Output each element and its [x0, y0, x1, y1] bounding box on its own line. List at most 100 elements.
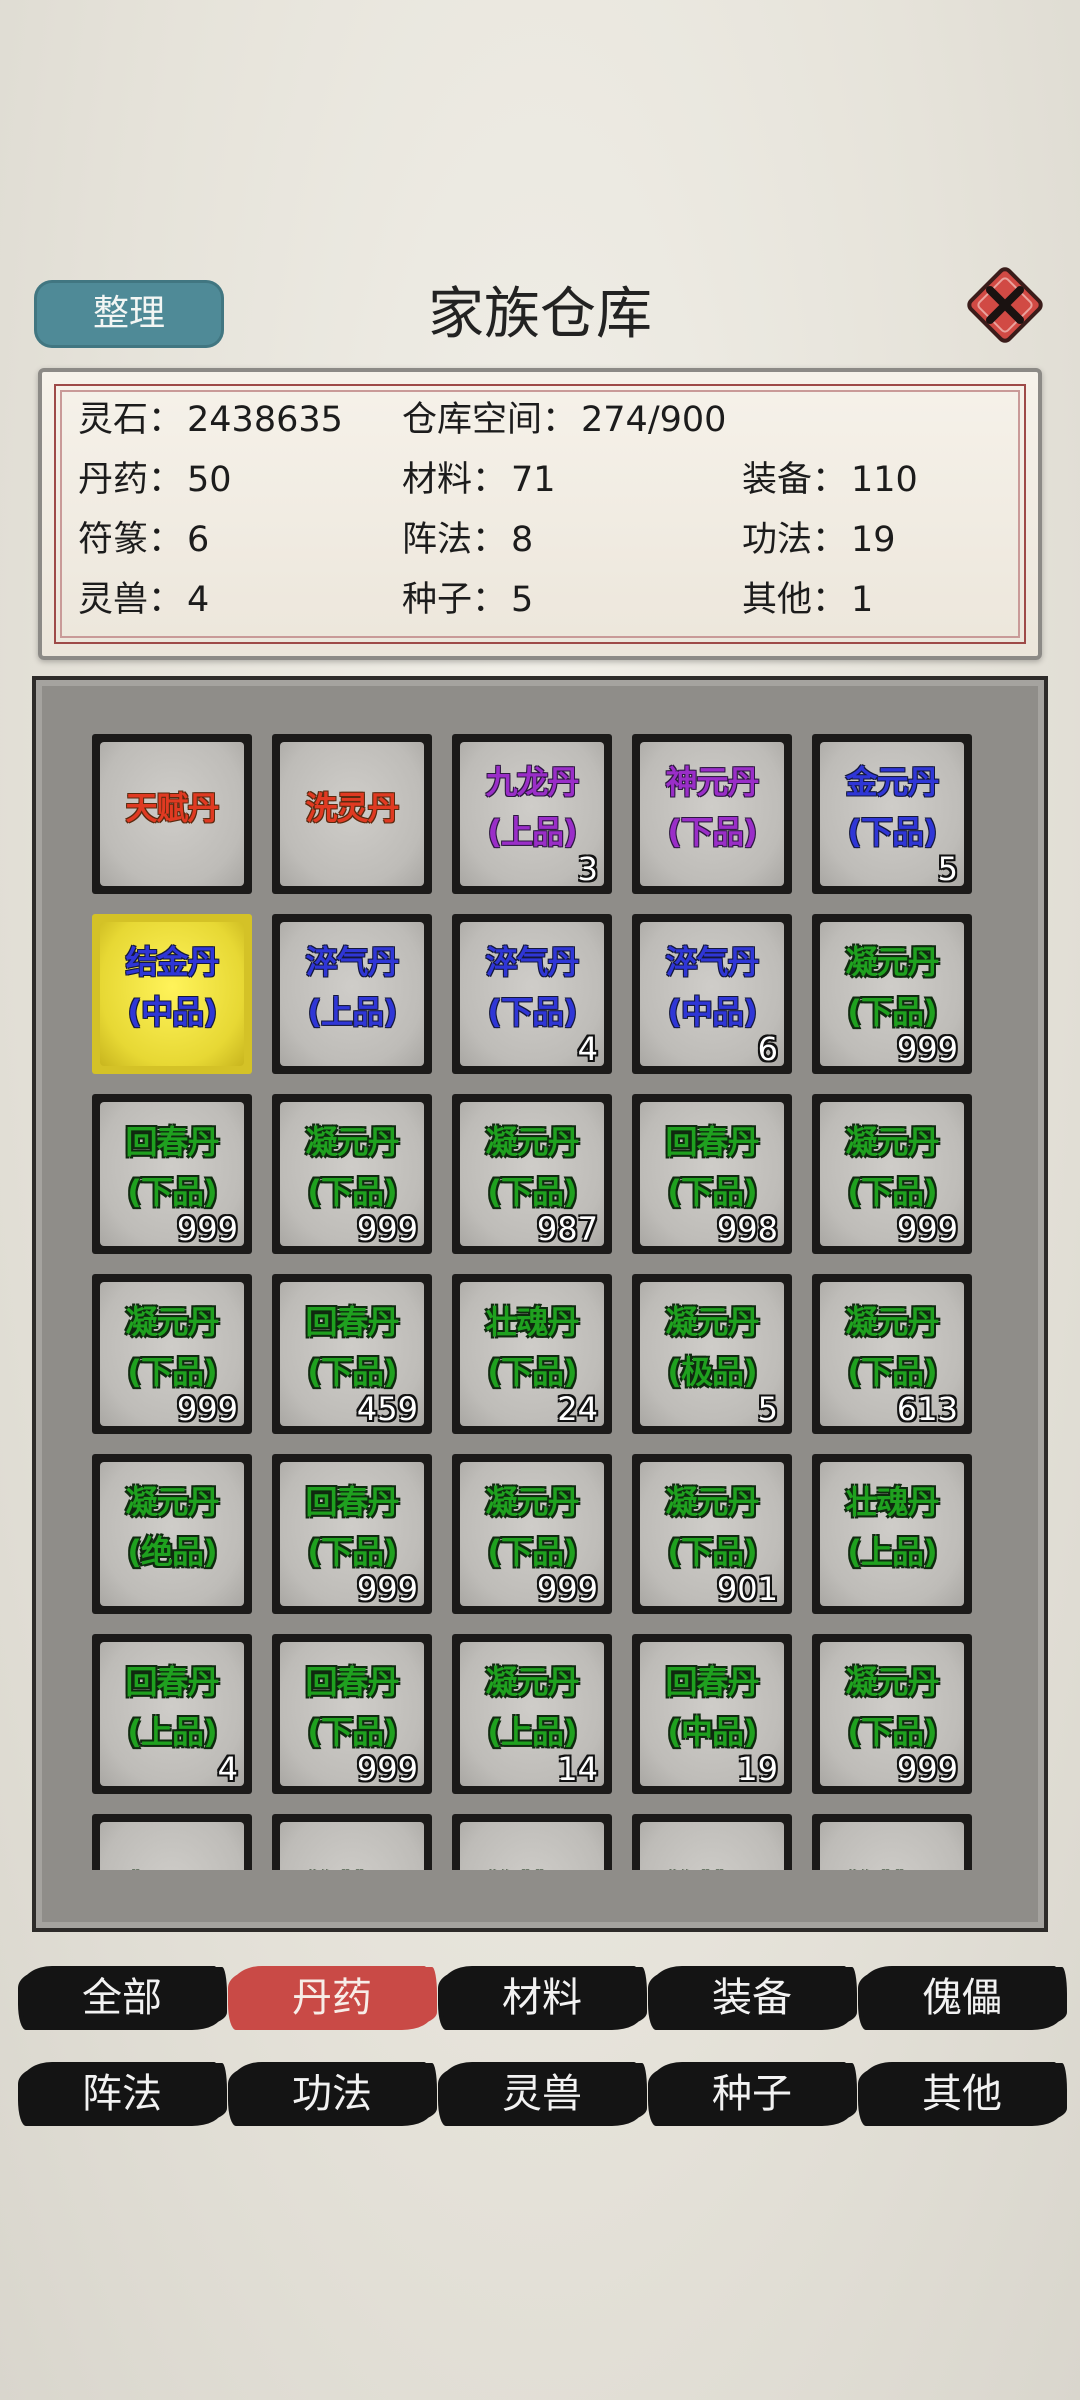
item-slot[interactable]: 凝元丹 [92, 1814, 252, 1870]
item-slot[interactable]: 回春丹 (下品) 459 [272, 1274, 432, 1434]
item-slot[interactable]: 洗灵丹 [272, 734, 432, 894]
item-slot[interactable]: 回春丹 (下品) 998 [632, 1094, 792, 1254]
item-count: 5 [937, 850, 958, 888]
item-slot[interactable]: 凝元丹 (下品) 999 [812, 1094, 972, 1254]
item-slot[interactable]: 壮魂丹 (下品) 24 [452, 1274, 612, 1434]
tab-category[interactable]: 种子 [652, 2052, 852, 2136]
item-slot[interactable]: 淬气丹 (下品) 4 [452, 914, 612, 1074]
item-count: 24 [557, 1390, 598, 1428]
tab-category[interactable]: 材料 [442, 1956, 642, 2040]
item-name: 凝元丹 [485, 1123, 579, 1161]
close-button[interactable] [960, 260, 1050, 350]
item-name: 凝元丹 [845, 1123, 939, 1161]
item-grade: (上品) [127, 1713, 217, 1751]
item-slot[interactable]: 凝元丹 (极品) 5 [632, 1274, 792, 1434]
item-name: 回春丹 [125, 1123, 219, 1161]
tab-label: 全部 [82, 1975, 162, 2021]
tab-category[interactable]: 装备 [652, 1956, 852, 2040]
item-name: 凝元丹 [125, 1303, 219, 1341]
item-slot[interactable]: 凝元丹 (下品) 999 [272, 1094, 432, 1254]
item-grade: (下品) [847, 1713, 937, 1751]
item-name: 回春丹 [665, 1123, 759, 1161]
tab-category[interactable]: 阵法 [22, 2052, 222, 2136]
item-slot[interactable]: 回春丹 (下品) 999 [92, 1094, 252, 1254]
stat-beasts: 灵兽： 4 [78, 580, 210, 620]
item-count: 998 [716, 1210, 778, 1248]
item-slot[interactable]: 筑基丹 [272, 1814, 432, 1870]
item-slot[interactable]: 凝元丹 (下品) 999 [812, 1634, 972, 1794]
item-count: 999 [536, 1570, 598, 1608]
item-name: 天赋丹 [125, 789, 219, 827]
item-slot[interactable]: 凝元丹 (下品) 999 [452, 1454, 612, 1614]
item-slot[interactable]: 淬气丹 (中品) 6 [632, 914, 792, 1074]
item-slot[interactable]: 壮魂丹 (上品) [812, 1454, 972, 1614]
item-grid[interactable]: 天赋丹 洗灵丹 九龙丹 (上品) 3 神元丹 (下品) 金元丹 (下品) 5 结金丹 (中品) 淬气丹(… [58, 734, 978, 1870]
item-grade: (下品) [307, 1173, 397, 1211]
item-slot[interactable]: 神元丹 (下品) [632, 734, 792, 894]
item-grade: (下品) [487, 1353, 577, 1391]
item-count: 3 [577, 850, 598, 888]
item-name: 筑基丹 [272, 1864, 432, 1870]
item-slot[interactable]: 回春丹 (中品) 19 [632, 1634, 792, 1794]
item-name: 凝元丹 [485, 1483, 579, 1521]
item-slot[interactable]: 凝元丹 (下品) 999 [92, 1274, 252, 1434]
item-count: 6 [757, 1030, 778, 1068]
item-name: 凝元丹 [665, 1483, 759, 1521]
item-slot[interactable]: 回春丹 (上品) 4 [92, 1634, 252, 1794]
item-slot[interactable]: 凝元丹 (下品) 901 [632, 1454, 792, 1614]
item-name: 回春丹 [665, 1663, 759, 1701]
stat-warehouse-space: 仓库空间： 274/900 [402, 400, 727, 440]
item-count: 999 [356, 1210, 418, 1248]
tab-category[interactable]: 其他 [862, 2052, 1062, 2136]
item-name: 洗灵丹 [305, 789, 399, 827]
item-grade: (下品) [487, 993, 577, 1031]
item-count: 19 [737, 1750, 778, 1788]
item-grade: (上品) [487, 813, 577, 851]
item-name: 淬气丹 [485, 943, 579, 981]
item-grade: (下品) [307, 1353, 397, 1391]
item-slot[interactable]: 金元丹 (下品) 5 [812, 734, 972, 894]
item-slot[interactable]: 天赋丹 [92, 734, 252, 894]
item-name: 壮魂丹 [845, 1483, 939, 1521]
item-slot[interactable]: 回春丹 (下品) 999 [272, 1634, 432, 1794]
item-count: 4 [217, 1750, 238, 1788]
item-grade: (下品) [847, 813, 937, 851]
item-slot[interactable]: 结金丹 (中品) [92, 914, 252, 1074]
item-name: 凝元丹 [665, 1303, 759, 1341]
item-slot[interactable]: 淬气丹 (上品) [272, 914, 432, 1074]
item-slot[interactable]: 筑基丹 [632, 1814, 792, 1870]
tab-category[interactable]: 灵兽 [442, 2052, 642, 2136]
item-count: 999 [896, 1750, 958, 1788]
item-count: 5 [757, 1390, 778, 1428]
item-name: 凝元丹 [485, 1663, 579, 1701]
item-name: 结金丹 [125, 943, 219, 981]
item-slot[interactable]: 凝元丹 (下品) 987 [452, 1094, 612, 1254]
item-slot[interactable]: 凝元丹 (下品) 613 [812, 1274, 972, 1434]
item-slot[interactable]: 凝元丹 (上品) 14 [452, 1634, 612, 1794]
item-slot[interactable]: 筑基丹 [812, 1814, 972, 1870]
item-grade: (下品) [847, 1173, 937, 1211]
item-slot[interactable]: 凝元丹 (下品) 999 [812, 914, 972, 1074]
item-count: 987 [536, 1210, 598, 1248]
tab-category[interactable]: 傀儡 [862, 1956, 1062, 2040]
item-name: 回春丹 [305, 1303, 399, 1341]
tab-category[interactable]: 功法 [232, 2052, 432, 2136]
item-grade: (上品) [307, 993, 397, 1031]
item-slot[interactable]: 九龙丹 (上品) 3 [452, 734, 612, 894]
item-name: 筑基丹 [452, 1864, 612, 1870]
item-slot-background [280, 1822, 424, 1870]
item-count: 999 [176, 1210, 238, 1248]
item-slot[interactable]: 筑基丹 [452, 1814, 612, 1870]
item-name: 神元丹 [665, 763, 759, 801]
item-grade: (极品) [667, 1353, 757, 1391]
item-count: 14 [557, 1750, 598, 1788]
item-slot[interactable]: 回春丹 (下品) 999 [272, 1454, 432, 1614]
item-name: 凝元丹 [845, 1303, 939, 1341]
item-grade: (下品) [667, 1533, 757, 1571]
tab-category[interactable]: 全部 [22, 1956, 222, 2040]
stat-pills: 丹药： 50 [78, 460, 232, 500]
tab-label: 傀儡 [922, 1975, 1002, 2021]
item-slot[interactable]: 凝元丹 (绝品) [92, 1454, 252, 1614]
tab-category[interactable]: 丹药 [232, 1956, 432, 2040]
item-grade: (下品) [667, 1173, 757, 1211]
